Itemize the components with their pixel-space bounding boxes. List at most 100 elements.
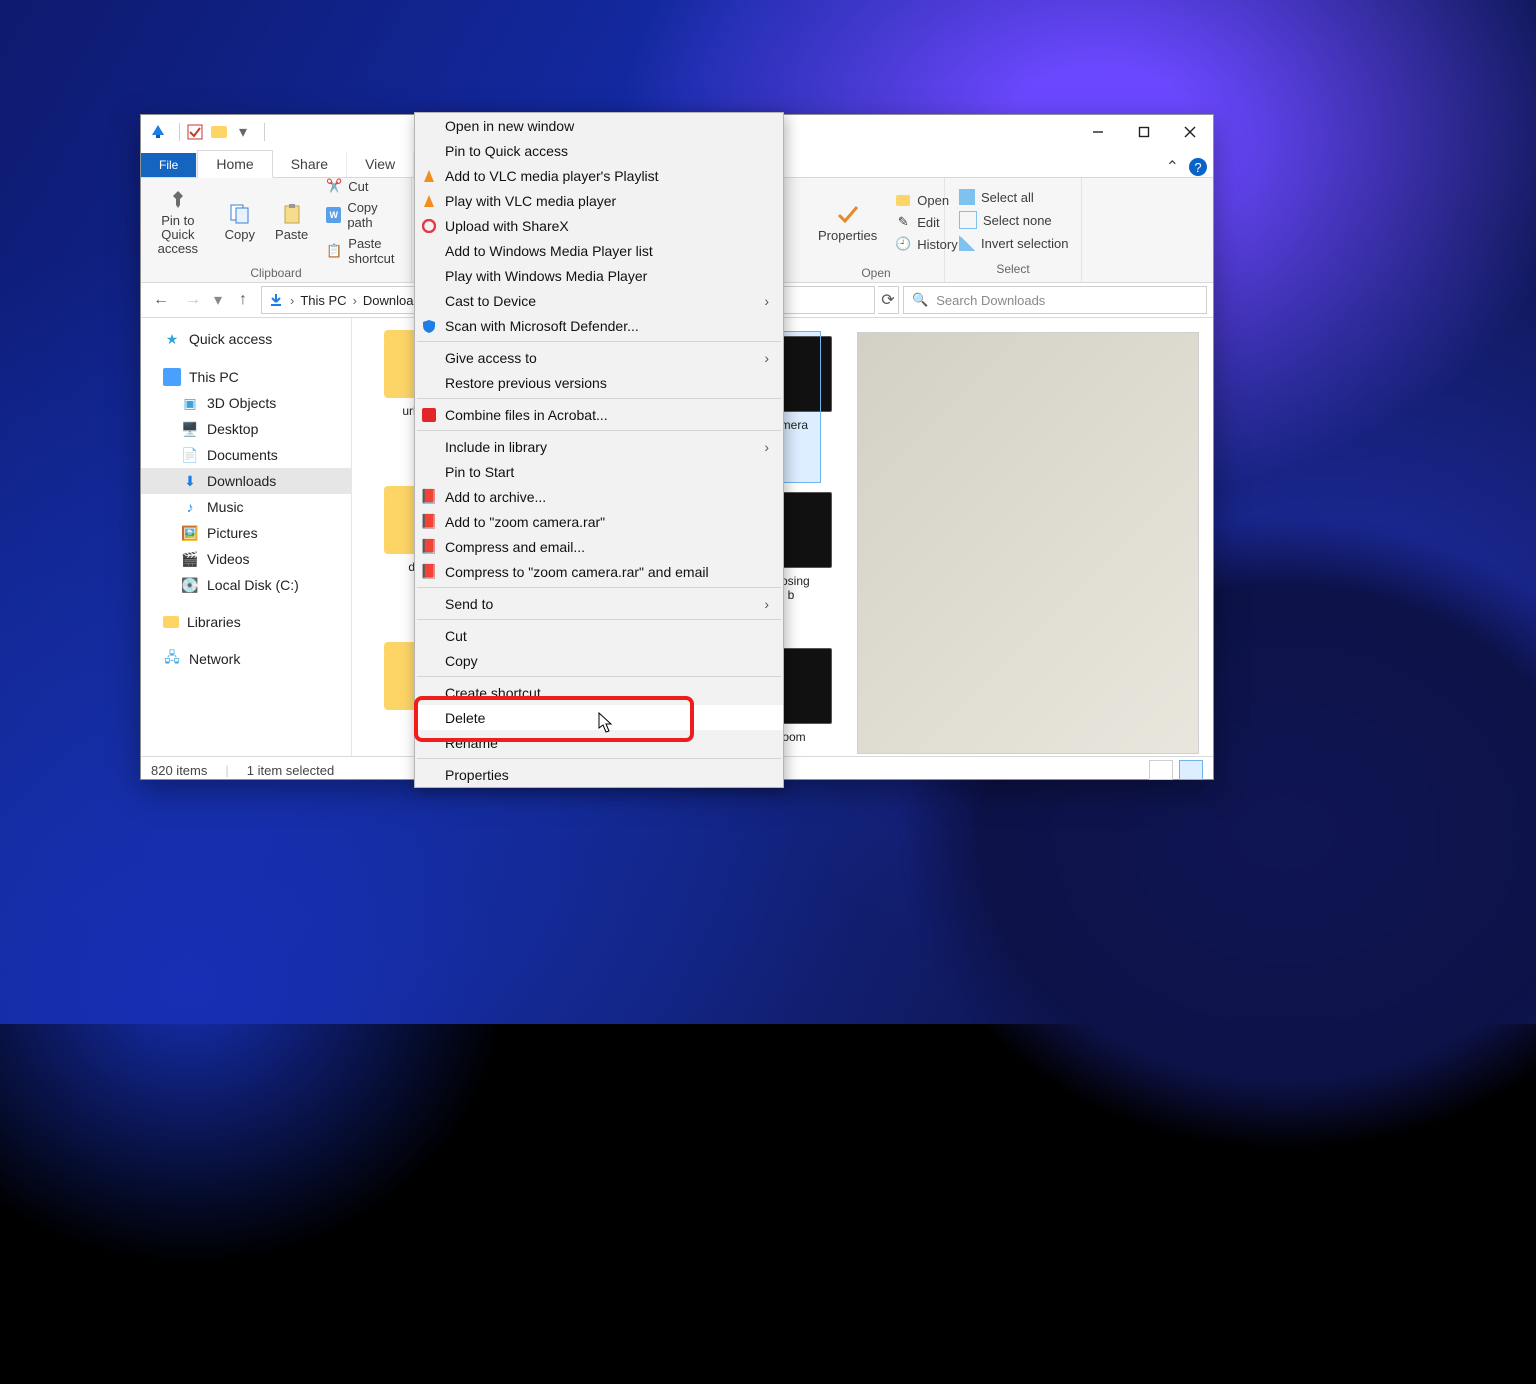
copy-icon xyxy=(228,202,252,226)
ctx-sharex[interactable]: Upload with ShareX xyxy=(415,213,783,238)
desktop-icon: 🖥️ xyxy=(181,420,199,438)
close-button[interactable] xyxy=(1167,117,1213,147)
paste-shortcut-button[interactable]: 📋Paste shortcut xyxy=(318,233,411,269)
ctx-create-shortcut[interactable]: Create shortcut xyxy=(415,680,783,705)
copy-path-icon: W xyxy=(326,207,341,223)
qat-separator xyxy=(179,123,180,141)
ctx-pin-quick-access[interactable]: Pin to Quick access xyxy=(415,138,783,163)
ctx-acrobat[interactable]: Combine files in Acrobat... xyxy=(415,402,783,427)
cut-button[interactable]: ✂️Cut xyxy=(318,175,411,197)
invert-selection-icon xyxy=(959,235,975,251)
vlc-icon xyxy=(420,192,438,210)
sidebar-downloads[interactable]: ⬇Downloads xyxy=(141,468,351,494)
cube-icon: ▣ xyxy=(181,394,199,412)
sidebar-local-disk-c[interactable]: 💽Local Disk (C:) xyxy=(141,572,351,598)
ctx-copy[interactable]: Copy xyxy=(415,648,783,673)
sidebar-desktop[interactable]: 🖥️Desktop xyxy=(141,416,351,442)
ctx-include-library[interactable]: Include in library› xyxy=(415,434,783,459)
sidebar-this-pc[interactable]: This PC xyxy=(141,364,351,390)
copy-path-button[interactable]: WCopy path xyxy=(318,197,411,233)
breadcrumb-this-pc[interactable]: This PC xyxy=(300,293,346,308)
ctx-open-new-window[interactable]: Open in new window xyxy=(415,113,783,138)
search-placeholder: Search Downloads xyxy=(936,293,1045,308)
sidebar-3d-objects[interactable]: ▣3D Objects xyxy=(141,390,351,416)
sidebar-quick-access[interactable]: ★Quick access xyxy=(141,326,351,352)
qat-checkbox-icon[interactable] xyxy=(186,123,204,141)
properties-label: Properties xyxy=(818,229,877,243)
downloads-icon xyxy=(268,292,284,308)
scissors-icon: ✂️ xyxy=(326,178,342,194)
paste-button[interactable]: Paste xyxy=(265,178,318,266)
download-icon: ⬇ xyxy=(181,472,199,490)
sidebar-music[interactable]: ♪Music xyxy=(141,494,351,520)
status-selection: 1 item selected xyxy=(247,763,334,778)
winrar-icon: 📕 xyxy=(420,563,438,581)
qat-overflow-icon[interactable]: ▾ xyxy=(234,123,252,141)
minimize-button[interactable] xyxy=(1075,117,1121,147)
select-none-icon xyxy=(959,211,977,229)
sharex-icon xyxy=(420,217,438,235)
sidebar-pictures[interactable]: 🖼️Pictures xyxy=(141,520,351,546)
defender-icon xyxy=(420,317,438,335)
ctx-vlc-play[interactable]: Play with VLC media player xyxy=(415,188,783,213)
properties-button[interactable]: Properties xyxy=(808,178,887,266)
context-menu: Open in new window Pin to Quick access A… xyxy=(414,112,784,788)
ctx-pin-start[interactable]: Pin to Start xyxy=(415,459,783,484)
ctx-wmp-add[interactable]: Add to Windows Media Player list xyxy=(415,238,783,263)
ctx-restore-versions[interactable]: Restore previous versions xyxy=(415,370,783,395)
invert-selection-button[interactable]: Invert selection xyxy=(951,232,1076,254)
sidebar-documents[interactable]: 📄Documents xyxy=(141,442,351,468)
ctx-add-named-archive[interactable]: 📕Add to "zoom camera.rar" xyxy=(415,509,783,534)
copy-button[interactable]: Copy xyxy=(215,178,265,266)
help-icon[interactable]: ? xyxy=(1189,158,1207,176)
qat-folder-icon[interactable] xyxy=(210,123,228,141)
winrar-icon: 📕 xyxy=(420,488,438,506)
sidebar-libraries[interactable]: Libraries xyxy=(141,610,351,634)
ctx-send-to[interactable]: Send to› xyxy=(415,591,783,616)
nav-back-button[interactable]: ← xyxy=(147,286,175,314)
chevron-right-icon: › xyxy=(290,293,294,308)
nav-up-button[interactable]: ↑ xyxy=(229,286,257,314)
ctx-properties[interactable]: Properties xyxy=(415,762,783,787)
select-none-button[interactable]: Select none xyxy=(951,208,1076,232)
ctx-give-access[interactable]: Give access to› xyxy=(415,345,783,370)
winrar-icon: 📕 xyxy=(420,538,438,556)
ctx-vlc-add[interactable]: Add to VLC media player's Playlist xyxy=(415,163,783,188)
pin-label: Pin to Quick access xyxy=(151,214,205,256)
maximize-button[interactable] xyxy=(1121,117,1167,147)
check-icon xyxy=(835,201,861,227)
tab-view[interactable]: View xyxy=(347,151,414,177)
search-input[interactable]: 🔍 Search Downloads xyxy=(903,286,1207,314)
select-all-button[interactable]: Select all xyxy=(951,186,1076,208)
tab-share[interactable]: Share xyxy=(273,151,347,177)
ctx-cut[interactable]: Cut xyxy=(415,623,783,648)
copy-label: Copy xyxy=(225,228,255,242)
vlc-icon xyxy=(420,167,438,185)
document-icon: 📄 xyxy=(181,446,199,464)
ctx-wmp-play[interactable]: Play with Windows Media Player xyxy=(415,263,783,288)
tab-home[interactable]: Home xyxy=(197,150,272,178)
group-select-label: Select xyxy=(945,262,1081,282)
view-large-icons-button[interactable] xyxy=(1179,760,1203,780)
sidebar-videos[interactable]: 🎬Videos xyxy=(141,546,351,572)
star-icon: ★ xyxy=(163,330,181,348)
ctx-add-archive[interactable]: 📕Add to archive... xyxy=(415,484,783,509)
nav-recent-button[interactable]: ▾ xyxy=(211,286,225,314)
ctx-cast[interactable]: Cast to Device› xyxy=(415,288,783,313)
history-icon: 🕘 xyxy=(895,236,911,252)
app-icon xyxy=(149,123,167,141)
ribbon-collapse-icon[interactable]: ⌃ xyxy=(1166,157,1179,177)
mouse-cursor-icon xyxy=(598,712,616,734)
pin-icon xyxy=(166,188,190,212)
ctx-compress-email[interactable]: 📕Compress and email... xyxy=(415,534,783,559)
sidebar-network[interactable]: 🖧Network xyxy=(141,646,351,672)
ctx-defender[interactable]: Scan with Microsoft Defender... xyxy=(415,313,783,338)
nav-forward-button[interactable]: → xyxy=(179,286,207,314)
view-details-button[interactable] xyxy=(1149,760,1173,780)
pin-to-quick-access-button[interactable]: Pin to Quick access xyxy=(141,178,215,266)
open-menu-icon xyxy=(895,192,911,208)
search-icon: 🔍 xyxy=(912,292,928,308)
ctx-compress-named-email[interactable]: 📕Compress to "zoom camera.rar" and email xyxy=(415,559,783,584)
tab-file[interactable]: File xyxy=(141,153,197,177)
refresh-button[interactable]: ⟳ xyxy=(878,286,899,314)
